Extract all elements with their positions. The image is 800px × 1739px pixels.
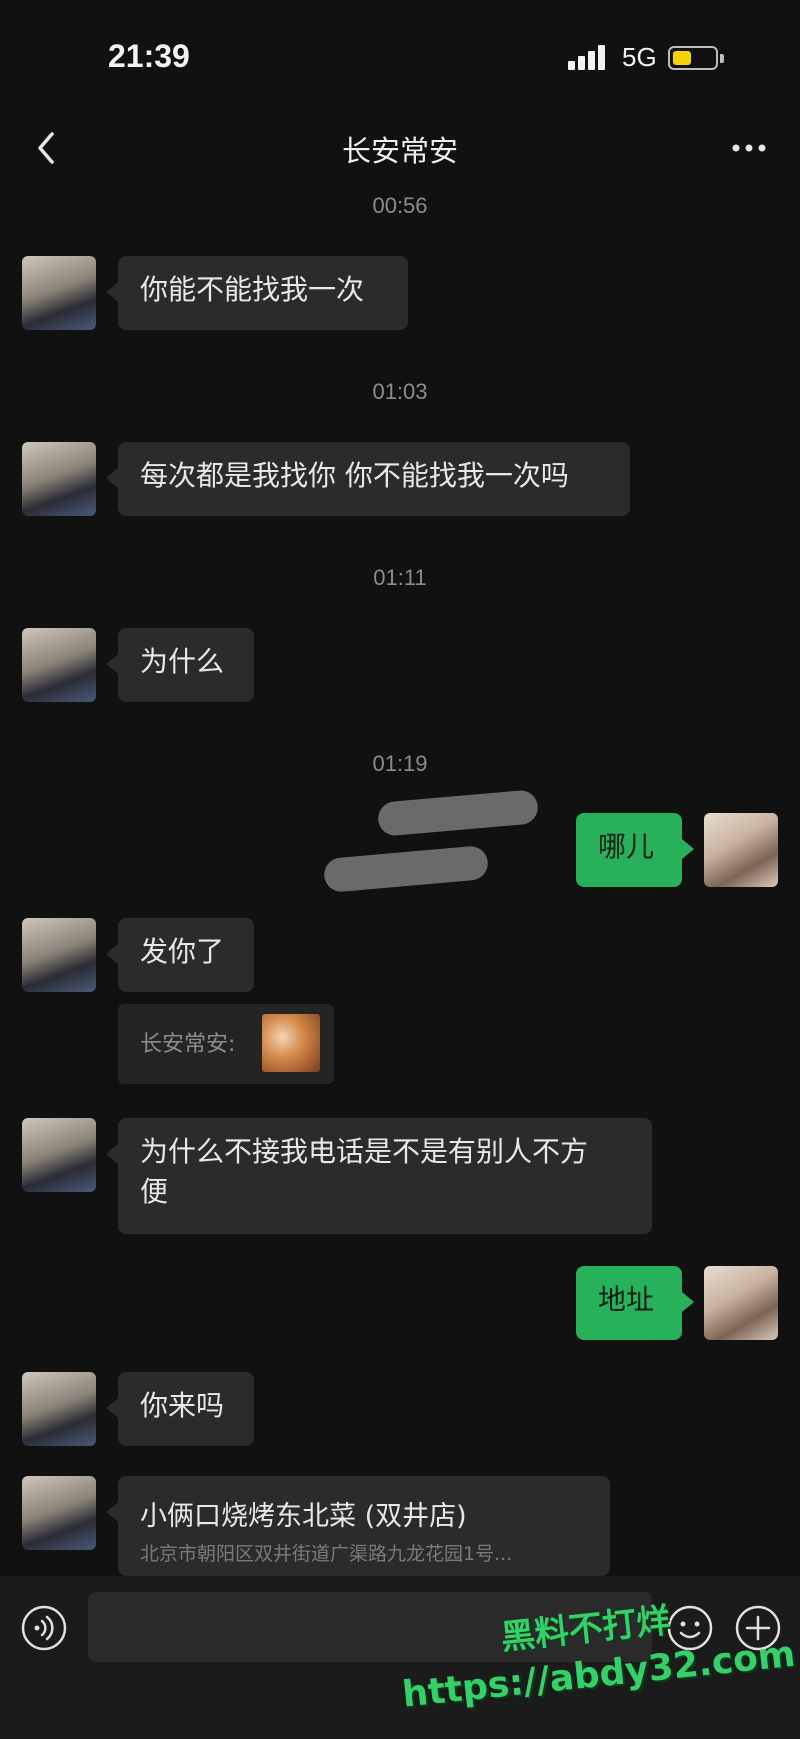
message-text: 哪儿 (598, 830, 655, 863)
redaction-mark (322, 844, 490, 894)
location-name: 小俩口烧烤东北菜 (双井店) (140, 1501, 467, 1532)
message-bubble[interactable]: 为什么不接我电话是不是有别人不方 便 (106, 1118, 652, 1234)
message-text-line: 便 (140, 1175, 169, 1208)
chevron-left-icon[interactable] (28, 128, 68, 168)
message-text: 你能不能找我一次 (140, 273, 365, 306)
message-bubble[interactable]: 发你了 (106, 918, 254, 992)
message-timestamp: 01:19 (372, 751, 428, 776)
redaction-mark (376, 789, 540, 837)
message-timestamp: 01:11 (373, 565, 427, 590)
message-text-line: 为什么不接我电话是不是有别人不方 (140, 1135, 589, 1168)
battery-level (673, 51, 691, 65)
signal-icon (568, 44, 608, 70)
message-bubble[interactable]: 你能不能找我一次 (106, 256, 408, 330)
avatar[interactable] (704, 813, 778, 887)
message-bubble[interactable]: 每次都是我找你 你不能找我一次吗 (106, 442, 630, 516)
quote-label: 长安常安: (140, 1032, 236, 1057)
message-text: 每次都是我找你 你不能找我一次吗 (140, 459, 569, 492)
more-dots-icon[interactable] (728, 134, 770, 162)
avatar[interactable] (22, 918, 96, 992)
avatar[interactable] (22, 1118, 96, 1192)
avatar[interactable] (22, 1372, 96, 1446)
message-text: 发你了 (140, 935, 225, 968)
quoted-message[interactable]: 长安常安: (118, 1004, 334, 1084)
message-bubble[interactable]: 地址 (576, 1266, 694, 1340)
location-address: 北京市朝阳区双井街道广渠路九龙花园1号... (140, 1543, 513, 1565)
location-card[interactable]: 小俩口烧烤东北菜 (双井店) 北京市朝阳区双井街道广渠路九龙花园1号... (106, 1476, 610, 1576)
message-text: 你来吗 (140, 1389, 225, 1422)
chat-header: 长安常安 (0, 110, 800, 186)
message-text: 地址 (598, 1283, 655, 1316)
avatar[interactable] (22, 256, 96, 330)
network-label: 5G (622, 42, 657, 72)
avatar[interactable] (22, 442, 96, 516)
quote-thumbnail[interactable] (262, 1014, 320, 1072)
message-timestamp: 01:03 (372, 379, 428, 404)
status-time: 21:39 (108, 38, 190, 74)
message-bubble[interactable]: 你来吗 (106, 1372, 254, 1446)
voice-icon[interactable] (20, 1604, 68, 1652)
message-text: 为什么 (140, 645, 225, 678)
avatar[interactable] (704, 1266, 778, 1340)
battery-tip (720, 54, 724, 63)
battery-icon (668, 46, 718, 70)
status-bar: 21:39 5G (0, 0, 800, 110)
message-bubble[interactable]: 为什么 (106, 628, 254, 702)
chat-title: 长安常安 (341, 134, 458, 168)
avatar[interactable] (22, 628, 96, 702)
message-timestamp: 00:56 (372, 193, 428, 218)
avatar[interactable] (22, 1476, 96, 1550)
message-bubble[interactable]: 哪儿 (576, 813, 694, 887)
